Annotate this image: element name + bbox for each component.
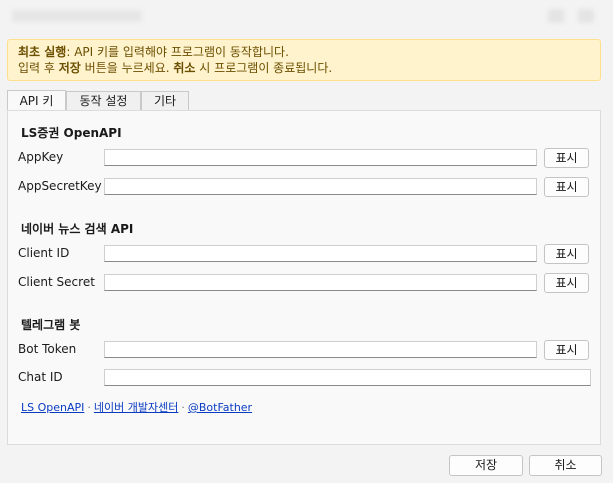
section-title-naver: 네이버 뉴스 검색 API [21,222,134,236]
link-ls-openapi[interactable]: LS OpenAPI [21,401,84,414]
section-title-ls: LS증권 OpenAPI [21,126,122,140]
link-botfather[interactable]: @BotFather [188,401,252,414]
client-secret-input[interactable] [104,274,537,291]
section-title-telegram: 텔레그램 봇 [21,318,81,332]
client-id-show-button[interactable]: 표시 [544,244,589,264]
reference-links: LS OpenAPI · 네이버 개발자센터 · @BotFather [21,399,252,415]
minimize-icon[interactable] [548,9,564,23]
appsecret-show-button[interactable]: 표시 [544,177,589,197]
appkey-input[interactable] [104,149,537,166]
api-key-panel: LS증권 OpenAPI AppKey 표시 AppSecretKey 표시 네… [7,110,601,445]
first-run-banner: 최초 실행: API 키를 입력해야 프로그램이 동작합니다. 입력 후 저장 … [7,39,601,81]
client-id-input[interactable] [104,245,537,262]
client-secret-label: Client Secret [18,275,95,289]
client-id-label: Client ID [18,246,70,260]
banner-line-1: 최초 실행: API 키를 입력해야 프로그램이 동작합니다. [18,45,289,59]
chat-id-label: Chat ID [18,370,63,384]
client-secret-show-button[interactable]: 표시 [544,273,589,293]
close-icon[interactable] [578,9,594,23]
link-separator: · [181,401,185,414]
appsecret-label: AppSecretKey [18,179,102,193]
cancel-button[interactable]: 취소 [529,455,602,476]
window-title-blurred [12,10,142,22]
bot-token-label: Bot Token [18,342,77,356]
save-button[interactable]: 저장 [449,455,523,476]
link-separator: · [87,401,91,414]
banner-line-2: 입력 후 저장 버튼을 누르세요. 취소 시 프로그램이 종료됩니다. [18,61,333,75]
link-naver-developers[interactable]: 네이버 개발자센터 [94,401,178,414]
title-bar [0,0,613,34]
tab-behavior-settings[interactable]: 동작 설정 [66,91,141,111]
tab-etc[interactable]: 기타 [141,91,189,111]
bot-token-show-button[interactable]: 표시 [544,340,589,360]
bot-token-input[interactable] [104,341,537,358]
appsecret-input[interactable] [104,178,537,195]
tab-api-key[interactable]: API 키 [7,90,66,111]
appkey-show-button[interactable]: 표시 [544,148,589,168]
chat-id-input[interactable] [104,369,591,386]
appkey-label: AppKey [18,150,64,164]
